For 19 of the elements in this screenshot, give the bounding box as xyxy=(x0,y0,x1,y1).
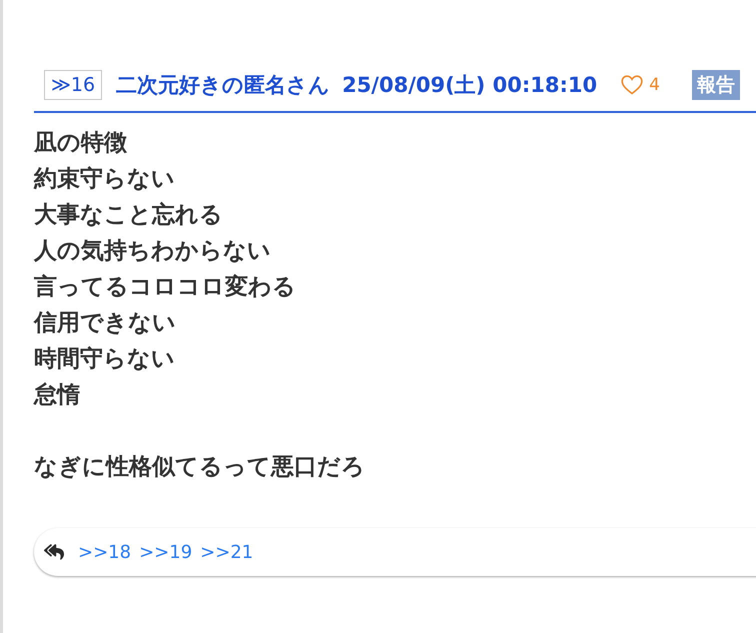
post-text-line: 大事なこと忘れる xyxy=(34,200,223,230)
reply-link[interactable]: >>19 xyxy=(139,542,192,562)
post-text-line: なぎに性格似てるって悪口だろ xyxy=(34,453,365,482)
post-timestamp: 25/08/09(土) 00:18:10 xyxy=(342,72,598,99)
reply-all-icon xyxy=(44,542,64,562)
report-button[interactable]: 報告 xyxy=(692,70,740,100)
reply-link[interactable]: >>21 xyxy=(200,542,254,562)
post-text-line: 怠惰 xyxy=(34,381,80,410)
post-text-line: 約束守らない xyxy=(34,165,175,194)
post-text-line: 言ってるコロコロ変わる xyxy=(34,273,296,302)
reply-link[interactable]: >>18 xyxy=(78,542,132,562)
post-text-line: 凪の特徴 xyxy=(34,129,127,158)
heart-icon xyxy=(621,75,644,95)
author-name: 二次元好きの匿名さん xyxy=(116,72,330,99)
post-text-line: 信用できない xyxy=(34,309,176,338)
like-button[interactable]: 4 xyxy=(621,75,660,95)
post-number-button[interactable]: ≫16 xyxy=(44,70,102,100)
post-text-line: 時間守らない xyxy=(34,345,175,374)
post-text-line: 人の気持ちわからない xyxy=(34,237,271,266)
